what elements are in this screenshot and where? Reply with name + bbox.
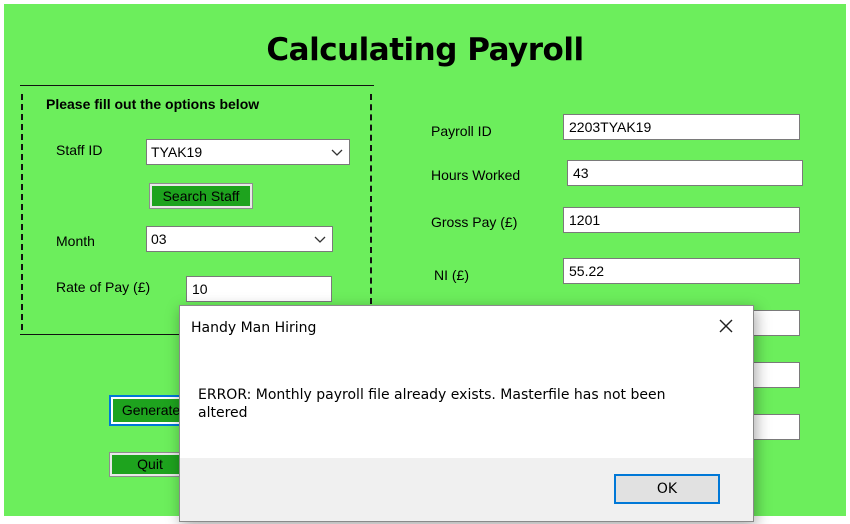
group-border-top — [20, 85, 374, 86]
gross-pay-input[interactable]: 1201 — [563, 207, 800, 233]
staff-id-value: TYAK19 — [151, 144, 203, 160]
rate-of-pay-label: Rate of Pay (£) — [56, 279, 151, 295]
month-label: Month — [56, 233, 95, 249]
error-dialog: Handy Man Hiring ERROR: Monthly payroll … — [179, 305, 754, 522]
hours-worked-input[interactable]: 43 — [567, 160, 803, 186]
search-staff-button[interactable]: Search Staff — [149, 183, 253, 209]
chevron-down-icon — [314, 236, 326, 243]
month-dropdown[interactable]: 03 — [146, 226, 333, 252]
hours-worked-label: Hours Worked — [431, 167, 521, 183]
ni-label: NI (£) — [434, 267, 469, 283]
month-value: 03 — [151, 231, 167, 247]
chevron-down-icon — [331, 149, 343, 156]
group-border-left — [21, 94, 23, 330]
staff-id-label: Staff ID — [56, 142, 103, 158]
payroll-id-input[interactable]: 2203TYAK19 — [563, 114, 800, 140]
group-title: Please fill out the options below — [46, 96, 260, 112]
ok-button[interactable]: OK — [614, 474, 720, 504]
payroll-id-label: Payroll ID — [431, 123, 492, 139]
dialog-title: Handy Man Hiring — [191, 320, 317, 336]
quit-button[interactable]: Quit — [109, 452, 191, 477]
staff-id-dropdown[interactable]: TYAK19 — [146, 139, 350, 165]
dialog-footer: OK — [180, 458, 753, 521]
ni-input[interactable]: 55.22 — [563, 258, 800, 284]
rate-of-pay-input[interactable]: 10 — [186, 276, 332, 302]
page-title: Calculating Payroll — [266, 32, 584, 68]
dialog-message: ERROR: Monthly payroll file already exis… — [198, 387, 666, 421]
close-icon[interactable] — [717, 317, 735, 335]
gross-pay-label: Gross Pay (£) — [431, 214, 518, 230]
group-border-right — [370, 94, 372, 304]
